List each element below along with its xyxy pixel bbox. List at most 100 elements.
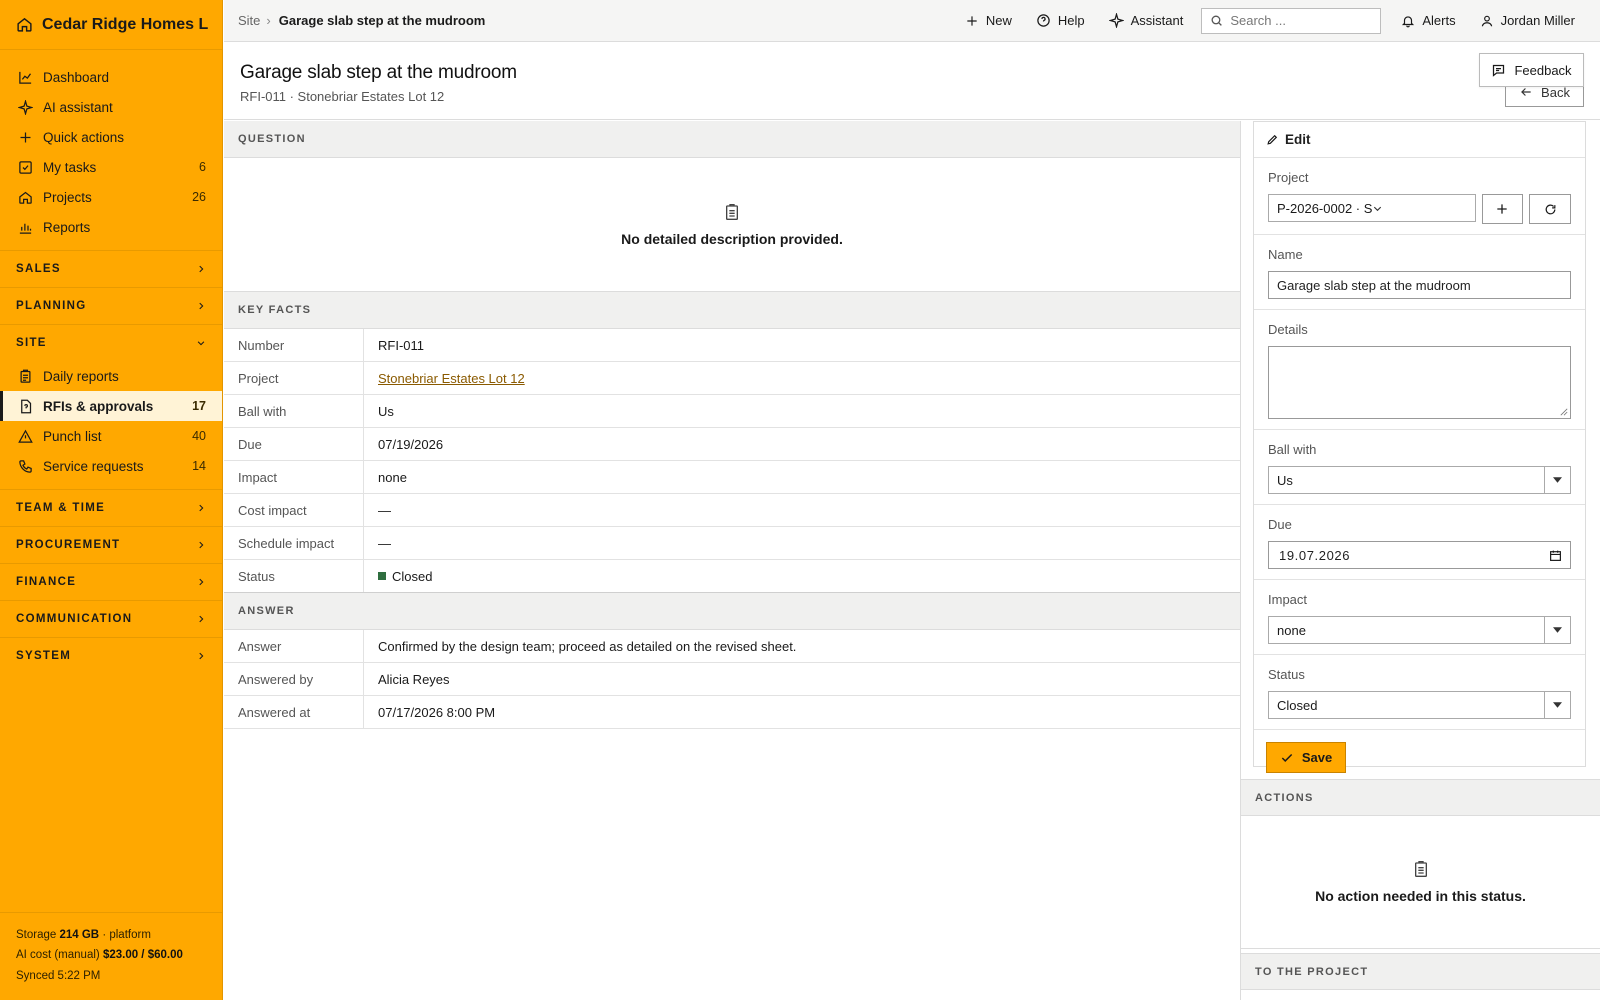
impact-select-value: none	[1277, 622, 1306, 638]
status-select[interactable]: Closed	[1268, 691, 1571, 719]
table-row: Due 07/19/2026	[224, 428, 1240, 461]
sidebar-section-planning[interactable]: PLANNING	[0, 287, 222, 324]
sidebar-section-communication[interactable]: COMMUNICATION	[0, 600, 222, 637]
name-label: Name	[1268, 247, 1303, 262]
sidebar-item-projects[interactable]: Projects 26	[0, 182, 222, 212]
fact-value: none	[378, 469, 407, 485]
sidebar-item-quick-actions[interactable]: Quick actions	[0, 122, 222, 152]
assistant-label: Assistant	[1130, 13, 1184, 28]
warning-icon	[18, 429, 34, 444]
sidebar-section-site[interactable]: SITE	[0, 324, 222, 361]
table-row: Answer Confirmed by the design team; pro…	[224, 630, 1240, 663]
user-menu-button[interactable]: Jordan Miller	[1468, 13, 1600, 28]
section-label: FINANCE	[16, 576, 77, 588]
sidebar-item-reports[interactable]: Reports	[0, 212, 222, 242]
section-label: SYSTEM	[16, 650, 72, 662]
sidebar-footer: Storage 214 GB · platform AI cost (manua…	[0, 911, 222, 1000]
caret-down-icon	[1544, 617, 1570, 643]
project-select[interactable]: P-2026-0002 · Stonebriar Estates Lot 12	[1268, 194, 1476, 222]
sidebar-item-service-requests[interactable]: Service requests 14	[0, 451, 222, 481]
sidebar-item-punch-list[interactable]: Punch list 40	[0, 421, 222, 451]
message-icon	[1491, 63, 1506, 78]
sidebar-section-sales[interactable]: SALES	[0, 250, 222, 287]
to-the-project-section: TO THE PROJECT	[1241, 953, 1600, 990]
search-box[interactable]	[1201, 7, 1382, 34]
new-button[interactable]: New	[953, 13, 1024, 28]
name-field: Name Garage slab step at the mudroom	[1254, 235, 1585, 310]
resize-handle-icon[interactable]	[1560, 408, 1568, 416]
feedback-button[interactable]: Feedback	[1479, 53, 1584, 87]
actions-empty-state: No action needed in this status.	[1241, 816, 1600, 949]
chevron-right-icon	[196, 614, 206, 624]
section-label: PLANNING	[16, 300, 87, 312]
right-panel: Edit Project P-2026-0002 · Stonebriar Es…	[1241, 121, 1600, 1000]
ai-cost-line: AI cost (manual) $23.00 / $60.00	[16, 945, 206, 966]
brand[interactable]: Cedar Ridge Homes L...	[0, 0, 222, 50]
impact-label: Impact	[1268, 592, 1308, 607]
project-label: Project	[1268, 170, 1309, 185]
actions-heading: ACTIONS	[1241, 779, 1600, 816]
answer-label: Answered at	[224, 696, 364, 728]
alerts-button[interactable]: Alerts	[1389, 13, 1467, 28]
calendar-icon[interactable]	[1549, 549, 1562, 562]
assistant-button[interactable]: Assistant	[1097, 13, 1196, 28]
edit-heading-label: Edit	[1285, 132, 1311, 147]
ball-with-select-value: Us	[1277, 472, 1293, 488]
phone-icon	[18, 459, 34, 474]
question-heading: QUESTION	[224, 121, 1240, 158]
actions-empty-text: No action needed in this status.	[1315, 888, 1526, 904]
sidebar-item-ai-assistant[interactable]: AI assistant	[0, 92, 222, 122]
table-row: Status Closed	[224, 560, 1240, 593]
storage-line: Storage 214 GB · platform	[16, 925, 206, 946]
add-project-button[interactable]	[1481, 194, 1524, 224]
fact-label: Impact	[224, 461, 364, 493]
table-row: Impact none	[224, 461, 1240, 494]
key-facts-table: Number RFI-011 Project Stonebriar Estate…	[224, 329, 1240, 593]
table-row: Ball with Us	[224, 395, 1240, 428]
impact-select[interactable]: none	[1268, 616, 1571, 644]
chevron-right-icon	[196, 651, 206, 661]
key-facts-heading: KEY FACTS	[224, 292, 1240, 329]
sidebar-section-team-time[interactable]: TEAM & TIME	[0, 489, 222, 526]
details-textarea[interactable]	[1268, 346, 1571, 419]
breadcrumb-parent[interactable]: Site	[238, 13, 260, 28]
user-name: Jordan Miller	[1500, 13, 1575, 28]
sparkle-icon	[1108, 13, 1124, 28]
sidebar-section-procurement[interactable]: PROCUREMENT	[0, 526, 222, 563]
file-question-icon	[18, 399, 34, 414]
save-button[interactable]: Save	[1266, 742, 1346, 773]
help-button[interactable]: Help	[1024, 13, 1097, 28]
search-input[interactable]	[1230, 13, 1371, 28]
table-row: Schedule impact —	[224, 527, 1240, 560]
answer-table: Answer Confirmed by the design team; pro…	[224, 630, 1240, 729]
status-select-value: Closed	[1277, 697, 1318, 713]
chevron-down-icon	[1372, 203, 1467, 214]
sidebar-section-system[interactable]: SYSTEM	[0, 637, 222, 674]
sidebar-item-daily-reports[interactable]: Daily reports	[0, 361, 222, 391]
project-link[interactable]: Stonebriar Estates Lot 12	[378, 371, 525, 386]
sidebar-item-rfis-approvals[interactable]: RFIs & approvals 17	[0, 391, 222, 421]
sidebar-item-count: 17	[192, 399, 206, 413]
ball-with-select[interactable]: Us	[1268, 466, 1571, 494]
sidebar-item-label: Service requests	[43, 458, 144, 474]
ai-cost-label: AI cost (manual)	[16, 949, 100, 961]
table-row: Answered at 07/17/2026 8:00 PM	[224, 696, 1240, 729]
name-input[interactable]: Garage slab step at the mudroom	[1268, 271, 1571, 299]
details-label: Details	[1268, 322, 1308, 337]
due-date-input[interactable]: 19.07.2026	[1268, 541, 1571, 569]
main-content: QUESTION No detailed description provide…	[224, 121, 1241, 1000]
table-row: Answered by Alicia Reyes	[224, 663, 1240, 696]
sidebar-section-finance[interactable]: FINANCE	[0, 563, 222, 600]
chevron-right-icon	[196, 577, 206, 587]
refresh-project-button[interactable]	[1529, 194, 1571, 224]
sidebar-item-label: AI assistant	[43, 99, 113, 115]
fact-value: Us	[378, 403, 394, 419]
brand-name: Cedar Ridge Homes L...	[42, 15, 208, 33]
table-row: Number RFI-011	[224, 329, 1240, 362]
fact-value: RFI-011	[378, 337, 424, 353]
sidebar-item-dashboard[interactable]: Dashboard	[0, 62, 222, 92]
status-label: Status	[1268, 667, 1305, 682]
help-circle-icon	[1036, 13, 1051, 28]
due-field: Due 19.07.2026	[1254, 505, 1585, 580]
sidebar-item-my-tasks[interactable]: My tasks 6	[0, 152, 222, 182]
